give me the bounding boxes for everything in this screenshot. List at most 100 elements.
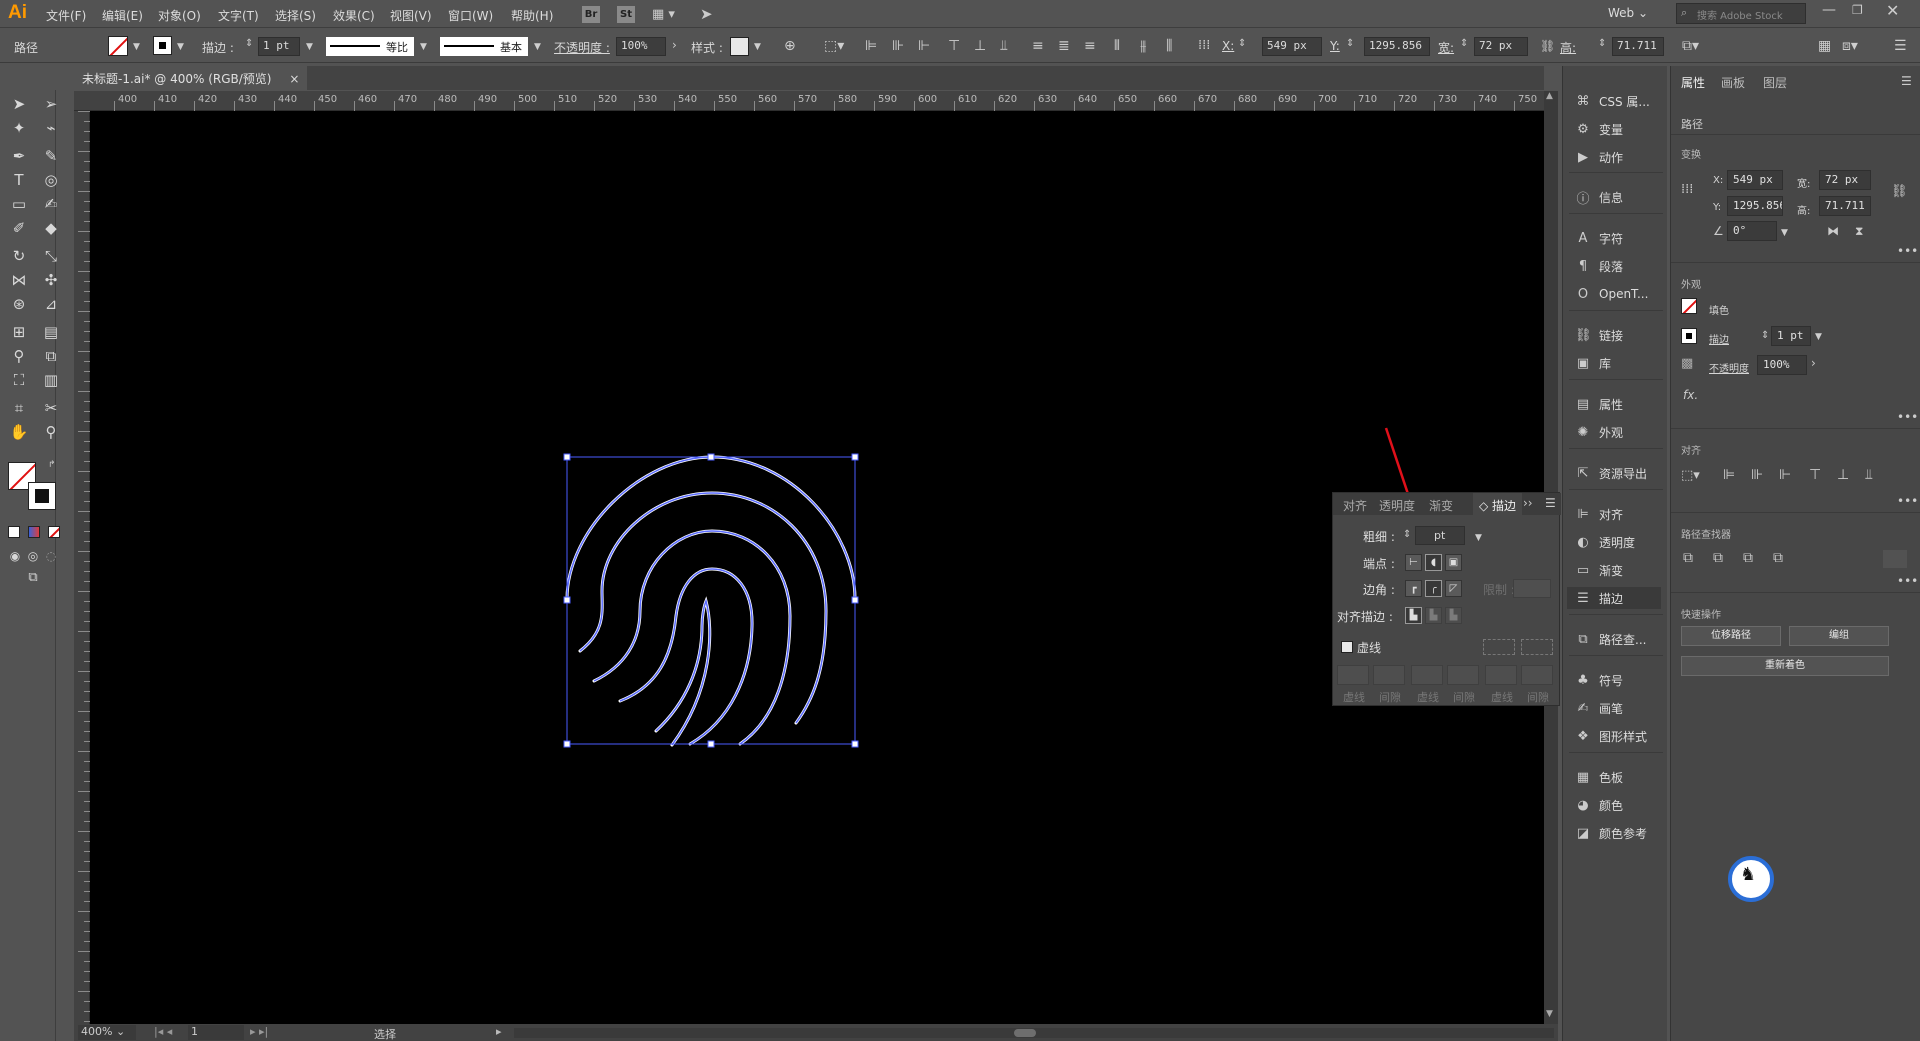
- height-input[interactable]: 71.711 px: [1612, 37, 1664, 56]
- curvature-tool-icon[interactable]: ✎: [40, 146, 62, 166]
- shape-builder-tool-icon[interactable]: ⊛: [8, 294, 30, 314]
- graph-tool-icon[interactable]: ▥: [40, 370, 62, 390]
- puppet-warp-tool-icon[interactable]: ✣: [40, 270, 62, 290]
- recolor-icon[interactable]: ⊕: [784, 38, 796, 54]
- symbol-sprayer-tool-icon[interactable]: ⛶: [8, 370, 30, 390]
- horizontal-ruler[interactable]: 400 410 420 430 440 450 460 470 480 490 500 510 520 5…: [74, 91, 1544, 111]
- status-menu-icon[interactable]: ▸: [496, 1025, 502, 1038]
- pen-tool-icon[interactable]: ✒: [8, 146, 30, 166]
- shaper-tool-icon[interactable]: ✐: [8, 218, 30, 238]
- menu-window[interactable]: 窗口(W): [448, 7, 493, 24]
- reference-point-icon[interactable]: ⁞⁞⁞: [1198, 38, 1210, 54]
- opacity-input[interactable]: 100%: [616, 37, 666, 56]
- align-right-icon[interactable]: ⊩: [1779, 467, 1791, 483]
- screen-mode-icon[interactable]: ⧉: [22, 568, 44, 588]
- gradient-mode-icon[interactable]: [28, 526, 40, 538]
- direct-selection-tool-icon[interactable]: ➢: [40, 94, 62, 114]
- height-field[interactable]: 71.711 p: [1819, 196, 1871, 216]
- eyedropper-tool-icon[interactable]: ⚲: [8, 346, 30, 366]
- stepper-icon[interactable]: ⇕: [1598, 38, 1606, 49]
- status-tool-label[interactable]: 选择: [374, 1026, 396, 1041]
- dashed-checkbox[interactable]: [1341, 641, 1353, 653]
- more-options-icon[interactable]: •••: [1897, 244, 1918, 258]
- distribute-bottom-icon[interactable]: ≡: [1084, 38, 1096, 54]
- none-mode-icon[interactable]: [48, 526, 60, 538]
- tab-stroke[interactable]: ◇ 描边: [1473, 493, 1523, 515]
- artboard-canvas[interactable]: [90, 111, 1544, 1024]
- swap-colors-icon[interactable]: ↱: [48, 460, 56, 470]
- chevron-right-icon[interactable]: ›: [672, 38, 677, 52]
- width-input[interactable]: 72 px: [1474, 37, 1528, 56]
- dash-align-icon[interactable]: [1521, 639, 1553, 655]
- chevron-down-icon[interactable]: ▼: [177, 42, 184, 52]
- stroke-swatch[interactable]: [153, 36, 172, 55]
- opacity-label[interactable]: 不透明度 :: [554, 39, 610, 56]
- collapse-icon[interactable]: ››: [1523, 496, 1533, 510]
- stepper-icon[interactable]: ⇕: [245, 38, 253, 49]
- x-input[interactable]: 549 px: [1262, 37, 1322, 56]
- fx-button[interactable]: fx.: [1683, 388, 1698, 402]
- vertical-ruler[interactable]: [74, 111, 90, 1024]
- horizontal-scrollbar[interactable]: [514, 1028, 1554, 1038]
- dock-item-transparency[interactable]: ◐ 透明度: [1575, 531, 1635, 553]
- distribute-hcenter-icon[interactable]: ⫵: [1140, 38, 1146, 54]
- dock-item-paragraph[interactable]: ¶ 段落: [1575, 255, 1623, 277]
- close-icon[interactable]: ✕: [1886, 1, 1899, 20]
- dock-item-gradient[interactable]: ▭ 渐变: [1575, 559, 1623, 581]
- selection-tool-icon[interactable]: ➤: [8, 94, 30, 114]
- align-hcenter-icon[interactable]: ⊪: [892, 38, 904, 54]
- tab-transparency[interactable]: 透明度: [1379, 497, 1415, 514]
- dock-item-graphic-style[interactable]: ❖ 图形样式: [1575, 725, 1647, 747]
- stepper-icon[interactable]: ⇕: [1238, 38, 1246, 49]
- align-vcenter-icon[interactable]: ⊥: [974, 38, 986, 54]
- tab-layers[interactable]: 图层: [1763, 74, 1787, 91]
- menu-edit[interactable]: 编辑(E): [102, 7, 143, 24]
- rotate-tool-icon[interactable]: ↻: [8, 246, 30, 266]
- align-stroke-center-icon[interactable]: ▙: [1405, 607, 1422, 624]
- mesh-tool-icon[interactable]: ⊞: [8, 322, 30, 342]
- tab-artboards[interactable]: 画板: [1721, 74, 1745, 91]
- dash-3-input[interactable]: [1485, 665, 1517, 685]
- y-field[interactable]: 1295.856: [1727, 196, 1783, 216]
- gap-2-input[interactable]: [1447, 665, 1479, 685]
- rectangle-tool-icon[interactable]: ▭: [8, 194, 30, 214]
- fingerprint-arc-1[interactable]: [565, 455, 857, 601]
- tab-properties[interactable]: 属性: [1681, 74, 1705, 91]
- opacity-label[interactable]: 不透明度: [1709, 360, 1749, 375]
- dock-item-color[interactable]: ◕ 颜色: [1575, 794, 1623, 816]
- dash-preserve-icon[interactable]: [1483, 639, 1515, 655]
- send-icon[interactable]: ➤: [700, 5, 713, 23]
- width-field[interactable]: 72 px: [1819, 170, 1871, 190]
- angle-field[interactable]: 0°: [1727, 221, 1777, 241]
- dock-item-pathfinder[interactable]: ⧉ 路径查...: [1575, 628, 1646, 650]
- bevel-join-icon[interactable]: ◸: [1445, 580, 1462, 597]
- align-top-icon[interactable]: ⊤: [948, 38, 960, 54]
- constrain-proportions-icon[interactable]: ⛓: [1540, 38, 1555, 54]
- dock-item-brush[interactable]: ✍ 画笔: [1575, 697, 1623, 719]
- tab-align[interactable]: 对齐: [1343, 497, 1367, 514]
- chevron-down-icon[interactable]: ▼: [754, 42, 761, 52]
- dash-2-input[interactable]: [1411, 665, 1443, 685]
- menu-select[interactable]: 选择(S): [275, 7, 316, 24]
- round-cap-icon[interactable]: ◖: [1425, 554, 1442, 571]
- hand-tool-icon[interactable]: ✋: [8, 422, 30, 442]
- panel-menu-icon[interactable]: ☰: [1894, 38, 1907, 54]
- slice-tool-icon[interactable]: ✂: [40, 398, 62, 418]
- align-to-icon[interactable]: ⬚▾: [1681, 468, 1700, 483]
- gap-3-input[interactable]: [1521, 665, 1553, 685]
- offset-path-button[interactable]: 位移路径: [1681, 626, 1781, 646]
- dock-item-appearance[interactable]: ✺ 外观: [1575, 421, 1623, 443]
- chevron-down-icon[interactable]: ▼: [1815, 332, 1822, 342]
- distribute-left-icon[interactable]: ⫴: [1114, 38, 1120, 54]
- stock-button[interactable]: St: [617, 6, 635, 23]
- dash-1-input[interactable]: [1337, 665, 1369, 685]
- chevron-down-icon[interactable]: ▼: [306, 42, 313, 52]
- align-to-selection-icon[interactable]: ⬚▾: [824, 38, 844, 54]
- align-bottom-icon[interactable]: ⫫: [1865, 467, 1873, 483]
- isolate-icon[interactable]: ⧈▾: [1842, 38, 1858, 54]
- panel-menu-icon[interactable]: ☰: [1545, 496, 1556, 510]
- align-stroke-outside-icon[interactable]: ▙: [1445, 607, 1462, 624]
- stroke-color-box[interactable]: [28, 482, 56, 510]
- stock-search[interactable]: ⌕ 搜索 Adobe Stock: [1676, 3, 1806, 24]
- exclude-icon[interactable]: ⧉: [1773, 550, 1783, 566]
